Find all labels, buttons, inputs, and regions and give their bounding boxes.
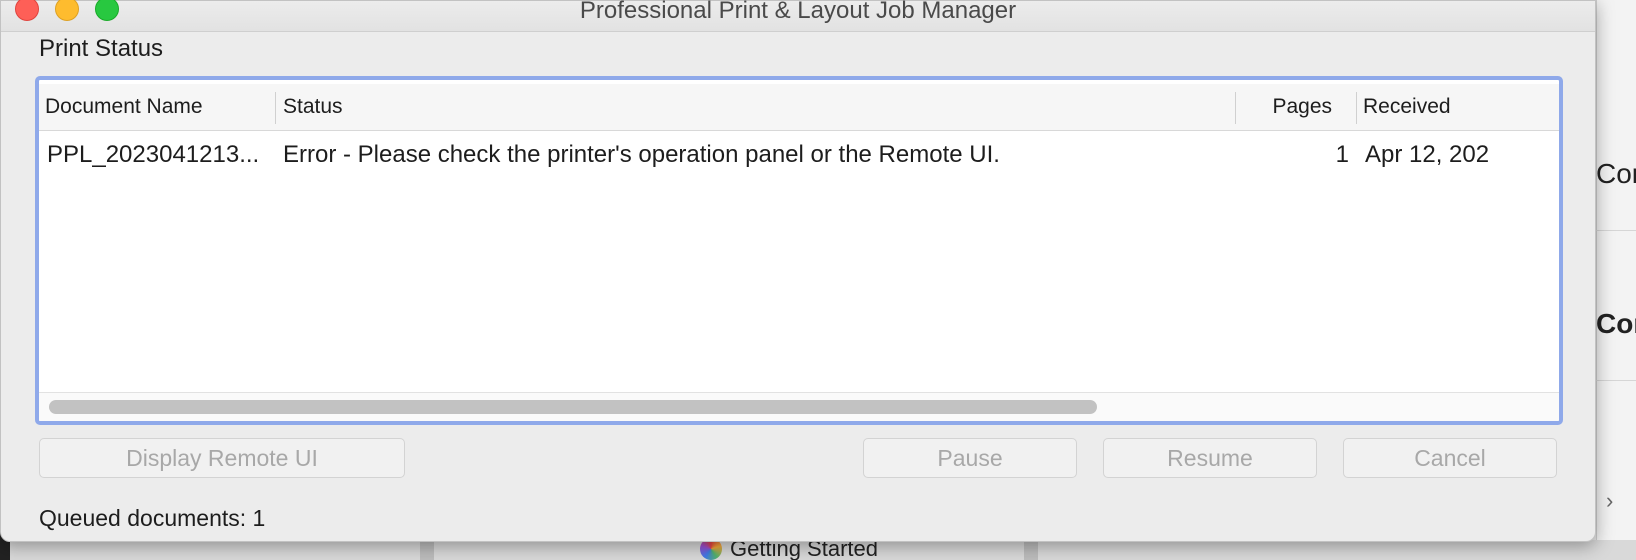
cell-document-name: PPL_2023041213... [47,141,260,168]
print-job-manager-window: Professional Print & Layout Job Manager … [0,0,1596,542]
horizontal-scrollbar-thumb[interactable] [49,400,1097,414]
print-status-label: Print Status [39,35,164,62]
column-header-received[interactable]: Received [1357,84,1559,130]
column-separator[interactable] [275,92,276,124]
background-right-text: Con [1596,158,1636,189]
window-title: Professional Print & Layout Job Manager [579,0,1017,24]
column-header-status[interactable]: Status [277,84,1233,130]
display-remote-ui-button[interactable]: Display Remote UI [39,438,405,478]
chevron-right-icon: › [1606,488,1614,513]
pause-button[interactable]: Pause [863,438,1077,478]
table-header: Document Name Status Pages Received [39,84,1559,131]
background-divider [420,540,434,560]
table-row[interactable]: PPL_2023041213... Error - Please check t… [39,132,1559,178]
background-right-text: Con [1596,308,1636,339]
title-bar[interactable]: Professional Print & Layout Job Manager [1,0,1595,32]
queued-documents-status: Queued documents: 1 [39,505,266,531]
horizontal-scrollbar[interactable] [39,392,1559,421]
cancel-button[interactable]: Cancel [1343,438,1557,478]
cell-pages: 1 [1335,141,1349,168]
print-queue-table[interactable]: Document Name Status Pages Received PPL_… [35,76,1563,425]
cell-received: Apr 12, 202 [1365,141,1490,168]
column-header-document-name[interactable]: Document Name [39,84,275,130]
cell-status: Error - Please check the printer's opera… [283,141,1000,168]
background-divider [1024,540,1038,560]
resume-button[interactable]: Resume [1103,438,1317,478]
column-header-pages[interactable]: Pages [1236,84,1354,130]
